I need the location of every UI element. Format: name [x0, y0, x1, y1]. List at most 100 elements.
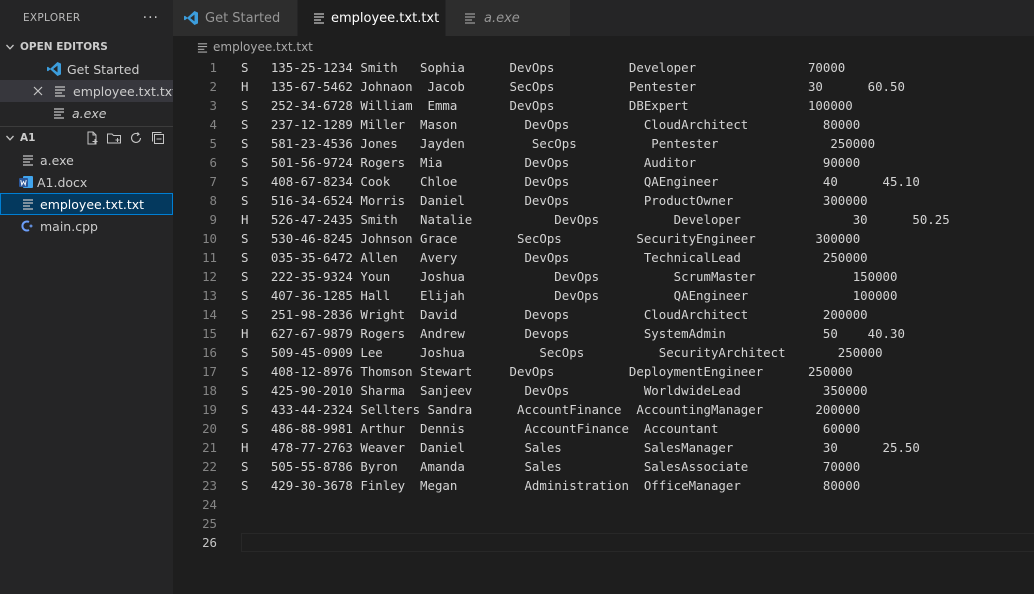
text-file-icon	[51, 105, 67, 121]
line-number: 3	[209, 98, 217, 113]
line-number: 22	[202, 459, 217, 474]
open-editors-label: OPEN EDITORS	[20, 41, 108, 53]
open-editor-item-employee[interactable]: employee.txt.txt	[0, 80, 173, 102]
code-line[interactable]: S 581-23-4536 Jones Jayden SecOps Pentes…	[241, 134, 1034, 153]
line-number: 2	[209, 79, 217, 94]
chevron-down-icon	[0, 133, 20, 143]
explorer-header: EXPLORER ···	[0, 0, 173, 36]
line-number: 16	[202, 345, 217, 360]
file-item-main-cpp[interactable]: main.cpp	[0, 215, 173, 237]
code-line[interactable]: S 425-90-2010 Sharma Sanjeev DevOps Worl…	[241, 381, 1034, 400]
tab-get-started[interactable]: Get Started	[173, 0, 298, 36]
text-editor[interactable]: 1 2 3 4 5 6 7 8 9 10 11 12 13 14 15 16 17 18 19 20 21 22 23 24 2…	[173, 58, 1034, 594]
code-area[interactable]: S 135-25-1234 Smith Sophia DevOps Develo…	[241, 58, 1034, 552]
collapse-all-icon[interactable]	[149, 129, 167, 147]
line-number: 17	[202, 364, 217, 379]
line-number: 9	[209, 212, 217, 227]
code-line[interactable]: S 252-34-6728 William Emma DevOps DBExpe…	[241, 96, 1034, 115]
new-file-icon[interactable]	[83, 129, 101, 147]
open-editors-section-header[interactable]: OPEN EDITORS	[0, 36, 173, 58]
code-line[interactable]: S 408-12-8976 Thomson Stewart DevOps Dep…	[241, 362, 1034, 381]
line-number-gutter: 1 2 3 4 5 6 7 8 9 10 11 12 13 14 15 16 17 18 19 20 21 22 23 24 2…	[173, 58, 217, 552]
file-label: A1.docx	[37, 174, 88, 190]
line-number: 23	[202, 478, 217, 493]
code-line[interactable]: S 035-35-6472 Allen Avery DevOps Technic…	[241, 248, 1034, 267]
editor-tab-bar: Get Started employee.txt.txt a.exe	[173, 0, 1034, 36]
code-line[interactable]: S 251-98-2836 Wright David Devops CloudA…	[241, 305, 1034, 324]
code-line[interactable]: H 135-67-5462 Johnaon Jacob SecOps Pente…	[241, 77, 1034, 96]
code-line[interactable]: S 486-88-9981 Arthur Dennis AccountFinan…	[241, 419, 1034, 438]
code-line[interactable]: S 135-25-1234 Smith Sophia DevOps Develo…	[241, 58, 1034, 77]
tab-label: Get Started	[205, 10, 281, 26]
line-number: 6	[209, 155, 217, 170]
tab-a-exe[interactable]: a.exe	[446, 0, 571, 36]
line-number: 11	[202, 250, 217, 265]
code-line[interactable]	[241, 533, 1034, 552]
code-line[interactable]: S 408-67-8234 Cook Chloe DevOps QAEngine…	[241, 172, 1034, 191]
breadcrumb[interactable]: employee.txt.txt	[173, 36, 1034, 58]
code-line[interactable]: S 505-55-8786 Byron Amanda Sales SalesAs…	[241, 457, 1034, 476]
open-editor-label: a.exe	[72, 105, 107, 121]
code-line[interactable]: S 530-46-8245 Johnson Grace SecOps Secur…	[241, 229, 1034, 248]
code-line[interactable]: H 478-77-2763 Weaver Daniel Sales SalesM…	[241, 438, 1034, 457]
explorer-title: EXPLORER	[23, 12, 81, 24]
file-item-a-exe[interactable]: a.exe	[0, 149, 173, 171]
chevron-down-icon	[0, 42, 20, 52]
text-file-icon	[313, 10, 325, 26]
new-folder-icon[interactable]	[105, 129, 123, 147]
tab-employee[interactable]: employee.txt.txt	[298, 0, 457, 36]
text-file-icon	[52, 83, 68, 99]
code-line[interactable]: S 222-35-9324 Youn Joshua DevOps ScrumMa…	[241, 267, 1034, 286]
text-file-icon	[197, 42, 208, 53]
code-line[interactable]	[241, 495, 1034, 514]
open-editor-label: Get Started	[67, 61, 140, 77]
open-editor-label: employee.txt.txt	[73, 83, 173, 99]
code-line[interactable]: S 429-30-3678 Finley Megan Administratio…	[241, 476, 1034, 495]
line-number: 10	[202, 231, 217, 246]
line-number: 24	[202, 497, 217, 512]
file-item-employee[interactable]: employee.txt.txt	[0, 193, 173, 215]
line-number: 21	[202, 440, 217, 455]
line-number: 13	[202, 288, 217, 303]
code-line[interactable]	[241, 514, 1034, 533]
code-line[interactable]: S 516-34-6524 Morris Daniel DevOps Produ…	[241, 191, 1034, 210]
code-line[interactable]: S 407-36-1285 Hall Elijah DevOps QAEngin…	[241, 286, 1034, 305]
close-icon[interactable]	[30, 83, 46, 99]
code-line[interactable]: S 433-44-2324 Sellters Sandra AccountFin…	[241, 400, 1034, 419]
code-line[interactable]: H 627-67-9879 Rogers Andrew Devops Syste…	[241, 324, 1034, 343]
file-label: main.cpp	[40, 218, 98, 234]
file-label: employee.txt.txt	[40, 196, 145, 212]
tab-label: a.exe	[484, 10, 520, 26]
refresh-icon[interactable]	[127, 129, 145, 147]
code-line[interactable]: S 509-45-0909 Lee Joshua SecOps Security…	[241, 343, 1034, 362]
line-number: 12	[202, 269, 217, 284]
line-number: 4	[209, 117, 217, 132]
tab-label: employee.txt.txt	[331, 10, 440, 26]
open-editor-item-get-started[interactable]: Get Started	[0, 58, 173, 80]
code-line[interactable]: H 526-47-2435 Smith Natalie DevOps Devel…	[241, 210, 1034, 229]
text-file-icon	[20, 196, 36, 212]
more-actions-icon[interactable]: ···	[143, 10, 159, 26]
vscode-logo-icon	[183, 10, 199, 26]
text-file-icon	[20, 152, 36, 168]
line-number: 19	[202, 402, 217, 417]
folder-section-header[interactable]: A1	[0, 127, 173, 149]
code-line[interactable]: S 501-56-9724 Rogers Mia DevOps Auditor …	[241, 153, 1034, 172]
line-number: 14	[202, 307, 217, 322]
line-number: 7	[209, 174, 217, 189]
breadcrumb-file: employee.txt.txt	[213, 40, 313, 54]
line-number: 15	[202, 326, 217, 341]
file-item-a1-docx[interactable]: A1.docx	[0, 171, 173, 193]
cpp-file-icon	[20, 218, 36, 234]
code-line[interactable]: S 237-12-1289 Miller Mason DevOps CloudA…	[241, 115, 1034, 134]
open-editor-item-a-exe[interactable]: a.exe	[0, 102, 173, 124]
line-number: 18	[202, 383, 217, 398]
line-number: 1	[209, 60, 217, 75]
vscode-logo-icon	[46, 61, 62, 77]
explorer-sidebar: EXPLORER ··· OPEN EDITORS Get Started em…	[0, 0, 173, 594]
line-number: 26	[202, 535, 217, 550]
folder-label: A1	[20, 132, 36, 144]
line-number: 8	[209, 193, 217, 208]
line-number: 20	[202, 421, 217, 436]
file-label: a.exe	[40, 152, 74, 168]
